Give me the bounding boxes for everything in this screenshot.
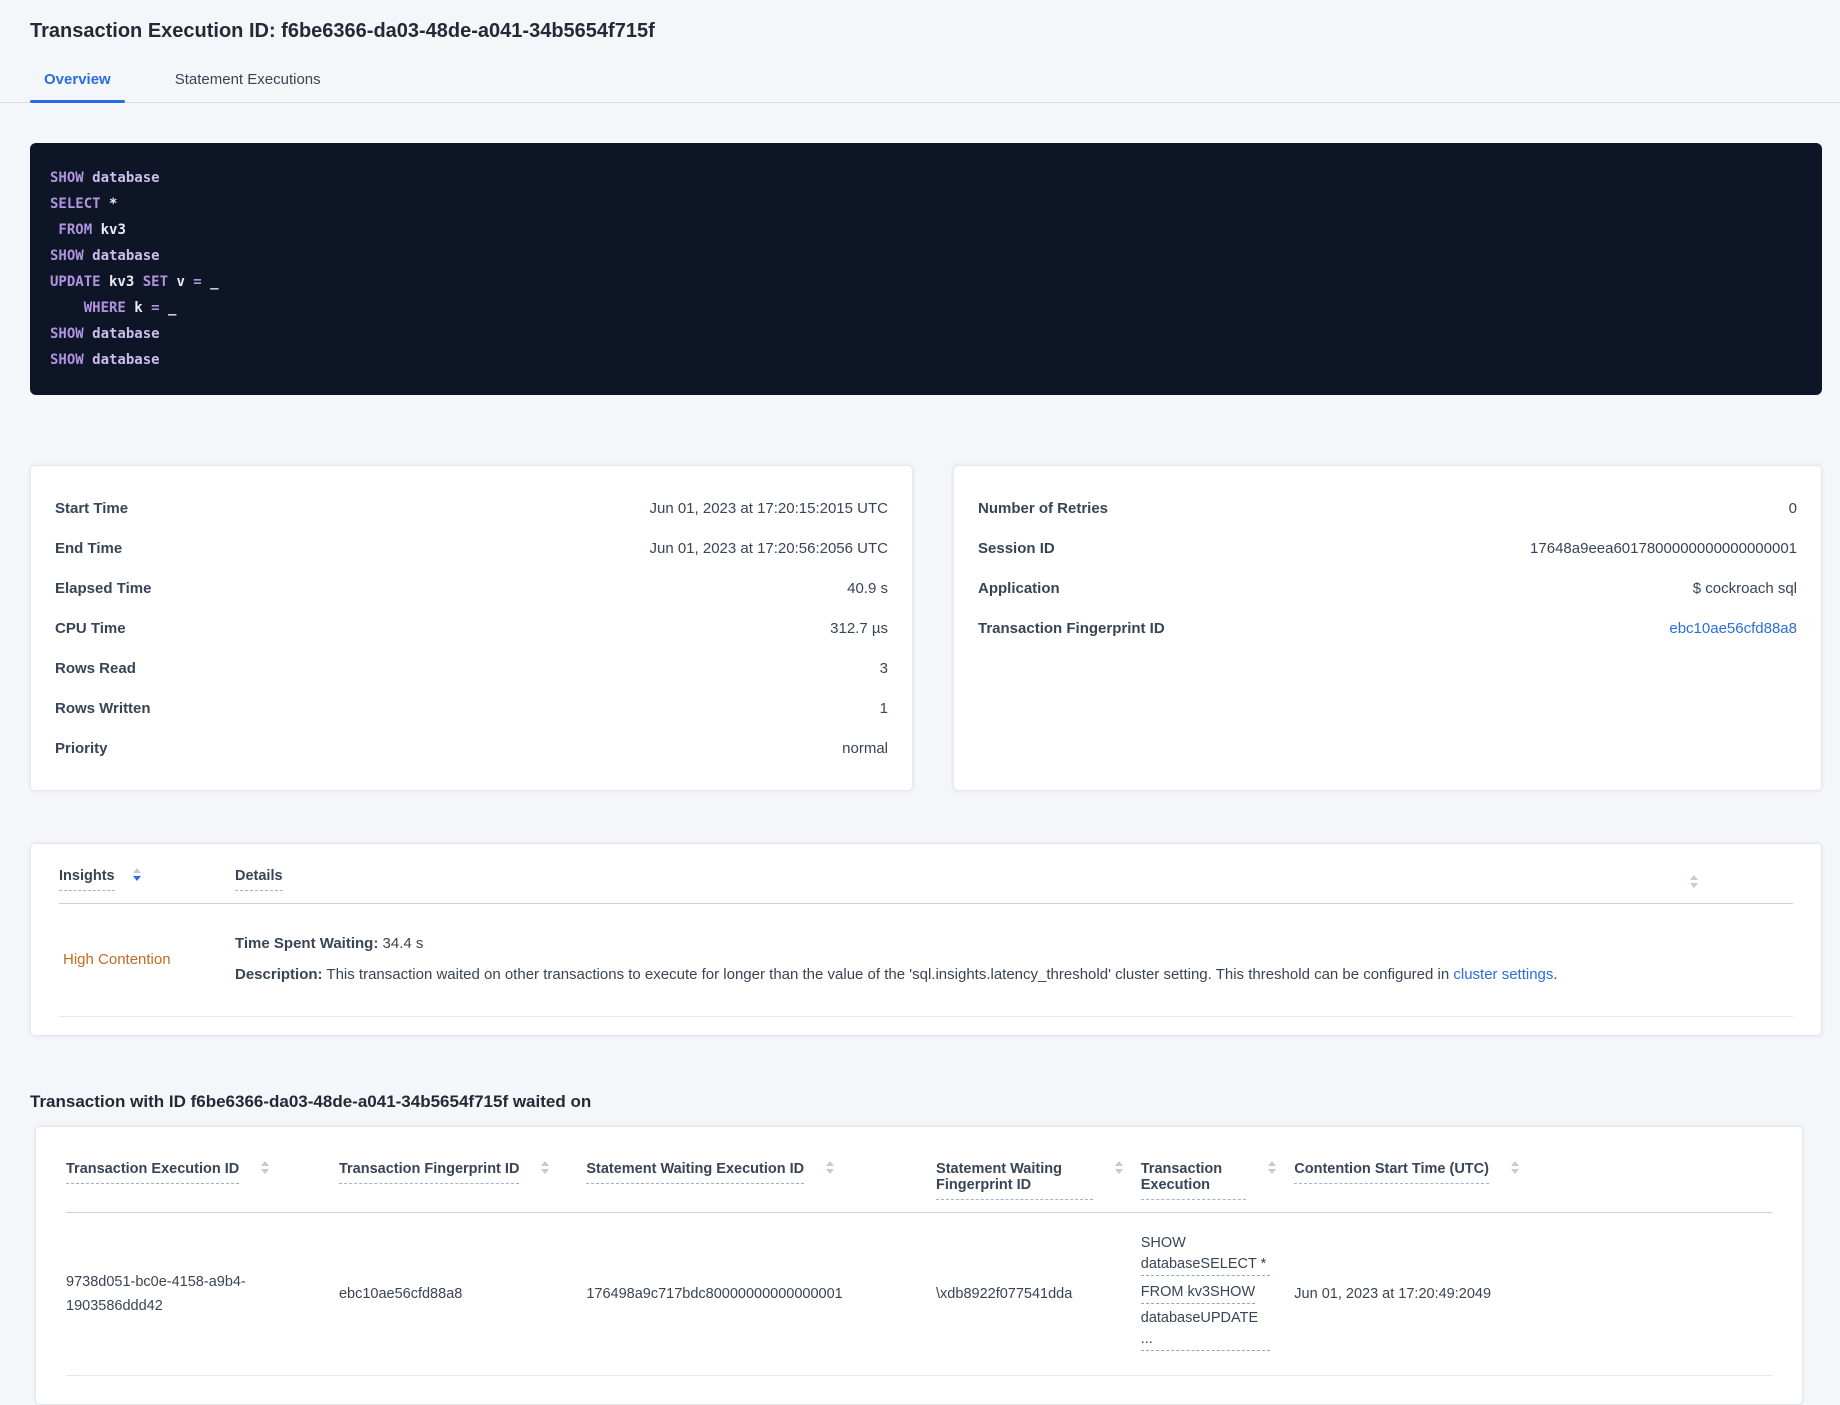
- row-label: Rows Read: [55, 659, 136, 677]
- summary-row: End Time Jun 01, 2023 at 17:20:56:2056 U…: [55, 528, 888, 568]
- transaction-execution-link[interactable]: databaseUPDATE ...: [1140, 1308, 1271, 1351]
- row-label: Application: [978, 579, 1060, 597]
- row-value: 312.7 µs: [830, 619, 888, 637]
- row-label: Session ID: [978, 539, 1055, 557]
- col-label[interactable]: Transaction Fingerprint ID: [338, 1161, 520, 1184]
- row-label: Priority: [55, 739, 108, 757]
- table-row: 9738d051-bc0e-4158-a9b4-1903586ddd42 ebc…: [66, 1212, 1772, 1376]
- time-spent-waiting-value: 34.4 s: [378, 935, 424, 952]
- col-transaction-execution-id: Transaction Execution ID: [66, 1161, 339, 1213]
- insights-card: Insights Details High Contention Time Sp…: [30, 843, 1822, 1036]
- col-transaction-fingerprint-id: Transaction Fingerprint ID: [338, 1161, 587, 1213]
- sort-icon[interactable]: [1510, 1161, 1519, 1174]
- details-col-header: Details: [235, 868, 283, 891]
- col-statement-waiting-fingerprint-id: Statement Waiting Fingerprint ID: [936, 1161, 1141, 1213]
- description-period: .: [1553, 966, 1558, 983]
- details-header-label[interactable]: Details: [235, 868, 283, 891]
- summary-row: CPU Time 312.7 µs: [55, 608, 888, 648]
- insights-col-header: Insights: [59, 868, 235, 891]
- cell-transaction-execution-id: 9738d051-bc0e-4158-a9b4-1903586ddd42: [66, 1212, 339, 1376]
- col-label[interactable]: Contention Start Time (UTC): [1294, 1161, 1489, 1184]
- col-statement-waiting-execution-id: Statement Waiting Execution ID: [586, 1161, 937, 1213]
- cell-transaction-execution: SHOW databaseSELECT * FROM kv3SHOW datab…: [1140, 1212, 1295, 1376]
- tab-overview[interactable]: Overview: [30, 71, 125, 103]
- cluster-settings-link[interactable]: cluster settings: [1453, 966, 1553, 983]
- summary-card-timing: Start Time Jun 01, 2023 at 17:20:15:2015…: [30, 465, 913, 791]
- sql-statements: SHOW database SELECT * FROM kv3 SHOW datab…: [30, 143, 1822, 395]
- sort-icon[interactable]: [826, 1161, 835, 1174]
- insights-header-sort: [1690, 868, 1793, 888]
- row-value: 0: [1788, 499, 1797, 517]
- summary-row: Priority normal: [55, 728, 888, 768]
- row-label: Start Time: [55, 499, 129, 517]
- insights-header-label[interactable]: Insights: [59, 868, 115, 891]
- transaction-execution-link[interactable]: FROM kv3SHOW: [1140, 1282, 1256, 1304]
- col-label[interactable]: Transaction Execution ID: [66, 1161, 240, 1184]
- row-value: 1: [879, 699, 888, 717]
- row-value: Jun 01, 2023 at 17:20:15:2015 UTC: [649, 499, 888, 517]
- transaction-execution-link[interactable]: SHOW databaseSELECT *: [1140, 1233, 1271, 1276]
- row-label: CPU Time: [55, 619, 126, 637]
- time-spent-waiting: Time Spent Waiting: 34.4 s: [235, 928, 1793, 959]
- description-text: This transaction waited on other transac…: [322, 966, 1454, 983]
- col-label[interactable]: Statement Waiting Execution ID: [586, 1161, 805, 1184]
- summary-row: Elapsed Time 40.9 s: [55, 568, 888, 608]
- waited-on-heading: Transaction with ID f6be6366-da03-48de-a…: [30, 1092, 592, 1111]
- summary-row: Application $ cockroach sql: [978, 568, 1797, 608]
- summary-row: Rows Written 1: [55, 688, 888, 728]
- row-label: End Time: [55, 539, 123, 557]
- sort-icon[interactable]: [541, 1161, 550, 1174]
- row-value: normal: [842, 739, 888, 757]
- cell-statement-waiting-fingerprint-id: \xdb8922f077541dda: [936, 1212, 1141, 1376]
- row-label: Number of Retries: [978, 499, 1109, 517]
- time-spent-waiting-label: Time Spent Waiting:: [235, 935, 379, 952]
- waited-on-table: Transaction Execution ID Transaction Fin…: [66, 1161, 1772, 1376]
- row-value: 40.9 s: [847, 579, 888, 597]
- col-label[interactable]: Statement Waiting Fingerprint ID: [936, 1161, 1093, 1200]
- cell-statement-waiting-execution-id: 176498a9c717bdc80000000000000001: [586, 1212, 937, 1376]
- sort-icon[interactable]: [132, 868, 141, 881]
- row-value: $ cockroach sql: [1692, 579, 1797, 597]
- page-title: Transaction Execution ID: f6be6366-da03-…: [30, 20, 655, 42]
- row-label: Rows Written: [55, 699, 151, 717]
- transaction-fingerprint-link[interactable]: ebc10ae56cfd88a8: [1669, 620, 1797, 637]
- cell-contention-start-time: Jun 01, 2023 at 17:20:49:2049: [1294, 1212, 1772, 1376]
- insight-row: High Contention Time Spent Waiting: 34.4…: [59, 904, 1793, 1017]
- insight-description: Description: This transaction waited on …: [235, 959, 1793, 990]
- col-transaction-execution: Transaction Execution: [1140, 1161, 1295, 1213]
- col-label[interactable]: Transaction Execution: [1140, 1161, 1247, 1200]
- sort-icon[interactable]: [1114, 1161, 1123, 1174]
- summary-cards: Start Time Jun 01, 2023 at 17:20:15:2015…: [30, 465, 1822, 791]
- summary-row: Transaction Fingerprint ID ebc10ae56cfd8…: [978, 608, 1797, 648]
- sort-icon[interactable]: [261, 1161, 270, 1174]
- row-label: Transaction Fingerprint ID: [978, 619, 1165, 637]
- cell-transaction-fingerprint-id: ebc10ae56cfd88a8: [338, 1212, 587, 1376]
- col-contention-start-time: Contention Start Time (UTC): [1294, 1161, 1772, 1213]
- tab-bar: Overview Statement Executions: [0, 71, 1840, 103]
- sort-icon[interactable]: [1268, 1161, 1277, 1174]
- sort-icon[interactable]: [1690, 875, 1698, 888]
- row-value: Jun 01, 2023 at 17:20:56:2056 UTC: [649, 539, 888, 557]
- summary-row: Session ID 17648a9eea6017800000000000000…: [978, 528, 1797, 568]
- tab-statement-executions[interactable]: Statement Executions: [175, 71, 321, 102]
- waited-on-card: Transaction Execution ID Transaction Fin…: [35, 1126, 1803, 1405]
- summary-card-session: Number of Retries 0 Session ID 17648a9ee…: [953, 465, 1822, 791]
- insight-details: Time Spent Waiting: 34.4 s Description: …: [235, 928, 1793, 990]
- row-value: 17648a9eea6017800000000000000001: [1530, 539, 1797, 557]
- insight-type-label: High Contention: [63, 950, 171, 968]
- summary-row: Start Time Jun 01, 2023 at 17:20:15:2015…: [55, 488, 888, 528]
- description-label: Description:: [235, 966, 323, 983]
- row-label: Elapsed Time: [55, 579, 152, 597]
- waited-on-header-row: Transaction Execution ID Transaction Fin…: [66, 1161, 1772, 1213]
- summary-row: Rows Read 3: [55, 648, 888, 688]
- summary-row: Number of Retries 0: [978, 488, 1797, 528]
- insights-header-row: Insights Details: [59, 868, 1793, 904]
- row-value: 3: [879, 659, 888, 677]
